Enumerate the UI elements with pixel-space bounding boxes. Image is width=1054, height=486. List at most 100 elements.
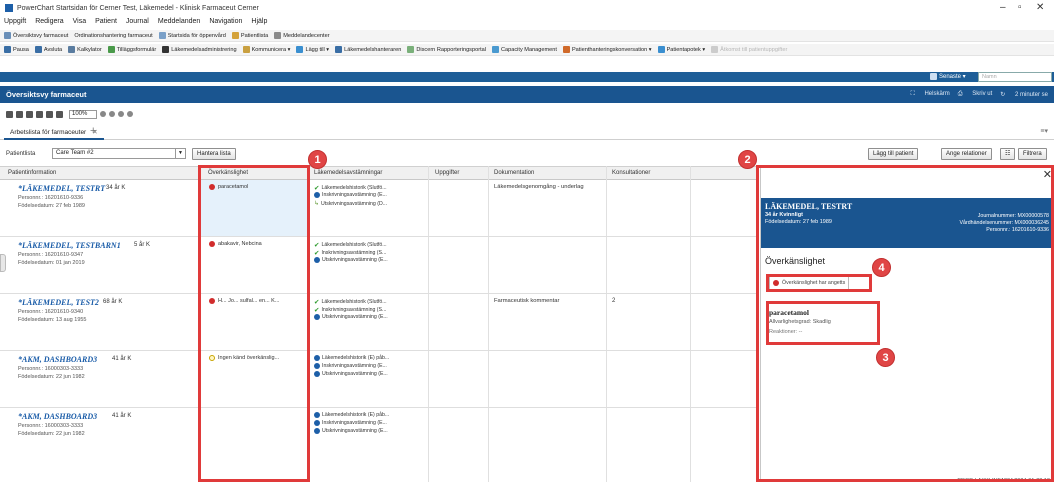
discharge-reconciliation[interactable]: Utskrivningsavstämning (E... [314,428,388,434]
menu-redigera[interactable]: Redigera [35,18,63,29]
columns-button[interactable]: ☷ [1000,148,1016,160]
binoculars-icon[interactable] [6,110,13,118]
paste-icon[interactable] [36,110,43,118]
menu-meddelanden[interactable]: Meddelanden [158,18,200,29]
pharmacy-icon [657,46,665,53]
menu-hjalp[interactable]: Hjälp [251,18,267,29]
med-history[interactable]: Läkemedelshistorik (E) påb... [314,412,389,418]
zoom-out-icon[interactable] [56,110,63,118]
patient-name-link[interactable]: *LÄKEMEDEL, TEST2 [18,298,99,307]
menu-navigation[interactable]: Navigation [209,18,242,29]
patient-name-link[interactable]: *AKM, DASHBOARD3 [18,412,97,421]
med-history[interactable]: ✔ Läkemedelshistorik (Slutfö... [314,241,387,249]
table-row[interactable]: *AKM, DASHBOARD3 41 år K Personnr.: 1600… [0,408,758,465]
search-band [0,72,1054,82]
toolbar-patienthantering[interactable]: Patienthanteringskonversation ▾ [562,46,652,53]
page-title: Översiktsvy farmaceut [6,90,87,99]
add-patient-button[interactable]: Lägg till patient [868,148,919,160]
patient-pnr: Personnr.: 16201610-9336 [18,195,84,201]
minimize-icon[interactable]: – [1000,2,1006,13]
toolbar-lagg-till[interactable]: Lägg till ▾ [296,46,329,53]
toolbar-patientapotek[interactable]: Patientapotek ▾ [657,46,705,53]
print-icon[interactable] [16,110,23,118]
header-reconciliation[interactable]: Läkemedelsavstämningar [314,170,382,176]
reload-icon[interactable] [127,111,133,117]
forward-icon[interactable] [109,111,115,117]
discharge-reconciliation[interactable]: Utskrivningsavstämning (E... [314,371,388,377]
print-button[interactable]: ⎙ Skriv ut [958,91,992,98]
patient-name-link[interactable]: *AKM, DASHBOARD3 [18,355,97,364]
admission-reconciliation[interactable]: Inskrivningsavstämning (E... [314,363,387,369]
documentation-cell[interactable]: Farmaceutisk kommentar [494,298,559,304]
recent-patients-button[interactable]: Senaste ▾ [930,73,966,80]
patient-age: 34 år K [106,185,126,191]
back-icon[interactable] [100,111,106,117]
discharge-reconciliation[interactable]: Utskrivningsavstämning (E... [314,314,388,320]
header-documentation[interactable]: Dokumentation [494,170,534,176]
patient-name-link[interactable]: *LÄKEMEDEL, TESTRT [18,184,105,193]
check-icon: ✔ [314,307,320,314]
patientlist-select[interactable]: Care Team #2 ▼ [52,148,186,159]
toolbar-discern[interactable]: Discern Rapporteringsportal [407,46,486,53]
toolbar-oversiktsvy[interactable]: Översiktsvy farmaceut [4,32,68,39]
panel-collapse-handle[interactable] [0,254,6,272]
toolbar-capacity[interactable]: Capacity Management [491,46,557,53]
filter-button[interactable]: Filtrera [1018,148,1047,160]
toolbar-avsluta[interactable]: Avsluta [34,46,62,53]
tab-arbetslista[interactable]: Arbetslista för farmaceuter ✕ [4,126,104,140]
info-icon [314,314,320,320]
admission-reconciliation[interactable]: ✔ Inskrivningsavstämning (S... [314,249,386,257]
toolbar-kommunicera[interactable]: Kommunicera ▾ [242,46,290,53]
discharge-reconciliation[interactable]: Utskrivningsavstämning (E... [314,257,388,263]
menu-uppgift[interactable]: Uppgift [4,18,26,29]
table-row[interactable]: *LÄKEMEDEL, TESTBARN1 5 år K Personnr.: … [0,237,758,294]
refresh-button[interactable]: ↻ 2 minuter se [1000,91,1048,98]
close-icon[interactable]: ✕ [1036,2,1044,13]
admission-reconciliation[interactable]: Inskrivningsavstämning (E... [314,192,387,198]
menu-visa[interactable]: Visa [73,18,87,29]
toolbar-patientlista[interactable]: Patientlista [231,32,268,39]
table-row[interactable]: *LÄKEMEDEL, TESTRT 34 år K Personnr.: 16… [0,180,758,237]
med-history[interactable]: Läkemedelshistorik (E) påb... [314,355,389,361]
home-nav-icon[interactable] [118,111,124,117]
zoom-select[interactable]: 100% [69,109,97,119]
fullscreen-button[interactable]: ⛶ Helskärm [911,91,950,98]
toolbar-pausa[interactable]: Pausa [4,46,29,53]
zoom-in-icon[interactable] [46,110,53,118]
header-tasks[interactable]: Uppgifter [435,170,459,176]
discharge-reconciliation[interactable]: ↳ Utskrivningsavstämning (D... [314,200,387,208]
overflow-menu-icon[interactable]: ≡▾ [1040,127,1048,135]
table-row[interactable]: *AKM, DASHBOARD3 41 år K Personnr.: 1600… [0,351,758,408]
toolbar-tillaggsformular[interactable]: Tilläggsformulär [107,46,156,53]
med-history[interactable]: ✔ Läkemedelshistorik (Slutfö... [314,184,387,192]
folder-icon [930,73,937,80]
add-tab-icon[interactable]: + [90,125,96,137]
menu-patient[interactable]: Patient [95,18,117,29]
header-consultations[interactable]: Konsultationer [612,170,650,176]
admission-reconciliation[interactable]: ✔ Inskrivningsavstämning (S... [314,306,386,314]
check-icon: ✔ [314,250,320,257]
patient-name-link[interactable]: *LÄKEMEDEL, TESTBARN1 [18,241,121,250]
manage-list-button[interactable]: Hantera lista [192,148,236,160]
view-toolbar: Översiktsvy farmaceut Ordinationshanteri… [0,30,1054,42]
table-row[interactable]: *LÄKEMEDEL, TEST2 68 år K Personnr.: 162… [0,294,758,351]
copy-icon[interactable] [26,110,33,118]
maximize-icon[interactable]: ▫ [1018,2,1022,13]
toolbar-lakemedelsadministrering[interactable]: Läkemedelsadministrering [162,46,237,53]
consultations-cell[interactable]: 2 [612,298,615,304]
med-history[interactable]: ✔ Läkemedelshistorik (Slutfö... [314,298,387,306]
tab-bar: Arbetslista för farmaceuter ✕ + ≡▾ [0,124,1054,140]
toolbar-lakemedelshanteraren[interactable]: Läkemedelshanteraren [335,46,401,53]
patient-search-input[interactable]: Namn [978,72,1052,82]
set-relations-button[interactable]: Ange relationer [941,148,992,160]
toolbar-startsida[interactable]: Startsida för öppenvård [158,32,226,39]
documentation-cell[interactable]: Läkemedelsgenomgång - underlag [494,184,584,190]
header-patient[interactable]: Patientinformation [8,170,56,176]
menu-journal[interactable]: Journal [126,18,149,29]
toolbar-meddelandecenter[interactable]: Meddelandecenter [274,32,330,39]
report-icon [407,46,415,53]
admission-reconciliation[interactable]: Inskrivningsavstämning (E... [314,420,387,426]
toolbar-atkomst: Åtkomst till patientuppgifter [711,46,787,53]
toolbar-ordinationshantering[interactable]: Ordinationshantering farmaceut [74,33,152,39]
toolbar-kalkylator[interactable]: Kalkylator [68,46,102,53]
